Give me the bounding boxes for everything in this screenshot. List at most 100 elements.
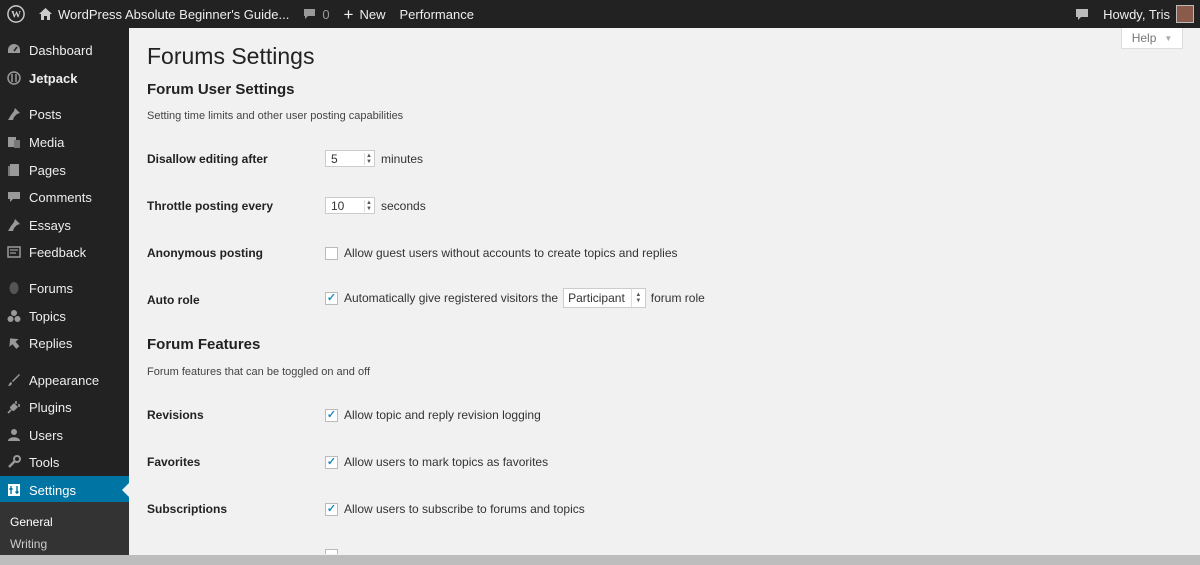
menu-label: Users: [29, 427, 63, 443]
menu-jetpack[interactable]: Jetpack: [0, 64, 129, 92]
home-icon: [39, 8, 52, 20]
select-arrows-icon: ▲ ▼: [630, 289, 645, 307]
disallow-editing-value: 5: [331, 151, 338, 166]
throttle-posting-unit: seconds: [381, 198, 426, 213]
menu-label: Comments: [29, 189, 92, 205]
menu-label: Appearance: [29, 372, 100, 388]
help-tab-button[interactable]: Help ▼: [1121, 28, 1183, 49]
auto-role-field: ✓ Automatically give registered visitors…: [325, 288, 705, 308]
menu-forums[interactable]: Forums: [0, 274, 129, 302]
auto-role-text-after: forum role: [650, 291, 705, 305]
disallow-editing-input[interactable]: 5 ▲ ▼: [325, 150, 375, 167]
topics-icon: [6, 308, 22, 324]
my-account-link[interactable]: Howdy, Tris: [1096, 0, 1200, 28]
site-name: WordPress Absolute Beginner's Guide...: [58, 6, 290, 22]
menu-replies[interactable]: Replies: [0, 329, 129, 357]
disallow-editing-field: 5 ▲ ▼ minutes: [325, 150, 423, 167]
replies-icon: [6, 335, 22, 351]
main-content: Help ▼ Forums Settings Forum User Settin…: [129, 28, 1200, 565]
menu-posts[interactable]: Posts: [0, 100, 129, 128]
auto-role-select[interactable]: Participant ▲ ▼: [563, 288, 646, 308]
menu-plugins[interactable]: Plugins: [0, 393, 129, 421]
menu-label: Essays: [29, 217, 71, 233]
submenu-general[interactable]: General: [10, 515, 53, 529]
menu-label: Plugins: [29, 399, 72, 415]
submenu-writing[interactable]: Writing: [10, 537, 47, 551]
horizontal-scrollbar[interactable]: [0, 555, 1200, 565]
site-name-link[interactable]: WordPress Absolute Beginner's Guide...: [32, 0, 296, 28]
auto-role-text-before: Automatically give registered visitors t…: [344, 291, 559, 305]
menu-media[interactable]: Media: [0, 128, 129, 156]
triangle-down-icon: ▼: [1164, 33, 1173, 43]
revisions-text: Allow topic and reply revision logging: [344, 408, 541, 422]
checkmark-icon: ✓: [326, 408, 337, 421]
revisions-label: Revisions: [147, 408, 204, 422]
menu-label: Feedback: [29, 244, 87, 260]
plus-icon: +: [343, 4, 354, 24]
auto-role-checkbox[interactable]: ✓: [325, 291, 338, 305]
wordpress-logo-icon[interactable]: W: [0, 0, 32, 28]
menu-label: Media: [29, 134, 65, 150]
comment-bubble-icon: [303, 8, 316, 20]
anonymous-posting-label: Anonymous posting: [147, 246, 263, 260]
favorites-field: ✓ Allow users to mark topics as favorite…: [325, 455, 548, 469]
anonymous-posting-text: Allow guest users without accounts to cr…: [344, 246, 678, 260]
auto-role-label: Auto role: [147, 293, 200, 307]
menu-essays[interactable]: Essays: [0, 211, 129, 239]
features-heading: Forum Features: [147, 336, 261, 353]
disallow-editing-label: Disallow editing after: [147, 152, 268, 166]
menu-comments[interactable]: Comments: [0, 183, 129, 211]
new-content-link[interactable]: + New: [337, 0, 393, 28]
performance-link[interactable]: Performance: [393, 0, 481, 28]
avatar: [1176, 5, 1194, 23]
subscriptions-field: ✓ Allow users to subscribe to forums and…: [325, 502, 585, 516]
pin-icon: [6, 106, 22, 122]
revisions-checkbox[interactable]: ✓: [325, 408, 338, 422]
favorites-checkbox[interactable]: ✓: [325, 455, 338, 469]
brush-icon: [6, 372, 22, 388]
throttle-posting-input[interactable]: 10 ▲ ▼: [325, 197, 375, 214]
svg-text:W: W: [11, 10, 21, 21]
performance-label: Performance: [399, 6, 474, 22]
menu-label: Forums: [29, 280, 74, 296]
feedback-icon: [6, 244, 22, 260]
spinner-icon[interactable]: ▲ ▼: [364, 152, 373, 165]
dashboard-icon: [6, 42, 22, 58]
menu-label: Tools: [29, 454, 60, 470]
admin-bar: W WordPress Absolute Beginner's Guide...…: [0, 0, 1200, 28]
menu-label: Topics: [29, 308, 66, 324]
menu-appearance[interactable]: Appearance: [0, 366, 129, 394]
notification-bubble-icon: [1075, 8, 1089, 21]
comment-icon: [6, 189, 22, 205]
menu-users[interactable]: Users: [0, 421, 129, 449]
checkmark-icon: ✓: [326, 455, 337, 468]
comments-count: 0: [322, 6, 330, 22]
user-icon: [6, 427, 22, 443]
menu-feedback[interactable]: Feedback: [0, 238, 129, 266]
jetpack-icon: [6, 70, 22, 86]
spinner-icon[interactable]: ▲ ▼: [364, 199, 373, 212]
comments-link[interactable]: 0: [296, 0, 336, 28]
menu-dashboard[interactable]: Dashboard: [0, 36, 129, 64]
menu-label: Jetpack: [29, 70, 78, 86]
throttle-posting-field: 10 ▲ ▼ seconds: [325, 197, 426, 214]
subscriptions-text: Allow users to subscribe to forums and t…: [344, 502, 585, 516]
page-title: Forums Settings: [147, 43, 315, 69]
subscriptions-checkbox[interactable]: ✓: [325, 502, 338, 516]
throttle-posting-label: Throttle posting every: [147, 199, 274, 213]
menu-label: Dashboard: [29, 42, 93, 58]
throttle-posting-value: 10: [331, 198, 345, 213]
howdy-text: Howdy, Tris: [1103, 6, 1170, 22]
notifications-link[interactable]: [1068, 0, 1096, 28]
menu-pages[interactable]: Pages: [0, 156, 129, 184]
pages-icon: [6, 162, 22, 178]
forums-icon: [6, 280, 22, 296]
media-icon: [6, 134, 22, 150]
anonymous-posting-checkbox[interactable]: [325, 246, 338, 260]
menu-topics[interactable]: Topics: [0, 302, 129, 330]
user-settings-description: Setting time limits and other user posti…: [147, 110, 404, 122]
menu-settings[interactable]: Settings: [0, 476, 129, 504]
menu-tools[interactable]: Tools: [0, 448, 129, 476]
menu-label: Pages: [29, 162, 66, 178]
wrench-icon: [6, 454, 22, 470]
